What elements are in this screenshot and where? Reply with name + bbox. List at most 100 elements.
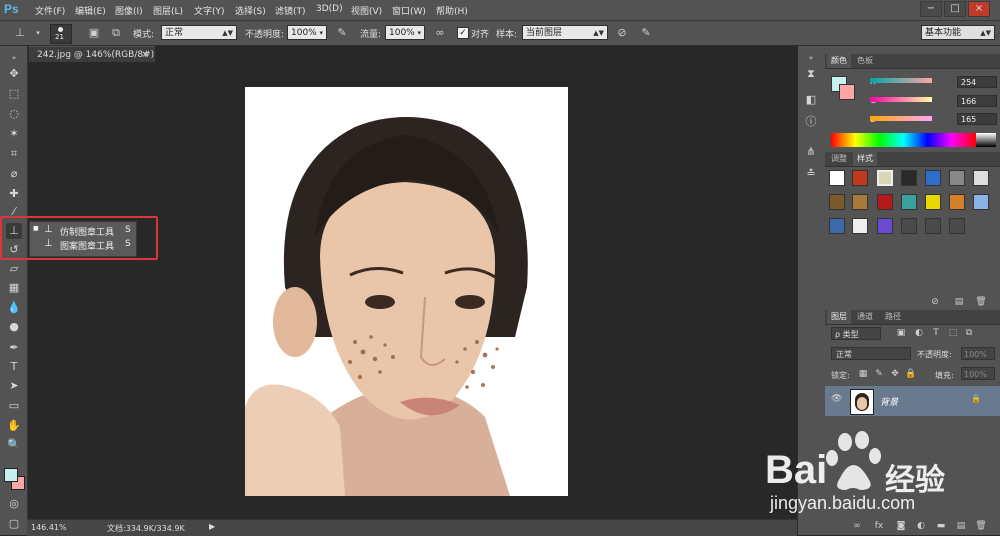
mode-select[interactable]: 正常 ▲▼ <box>161 25 237 40</box>
style-swatch[interactable] <box>925 218 941 234</box>
zoom-level[interactable]: 146.41% <box>31 523 67 532</box>
new-group-icon[interactable]: ▬ <box>935 520 947 532</box>
style-swatch[interactable] <box>829 218 845 234</box>
menu-3d[interactable]: 3D(D) <box>316 4 343 14</box>
eyedropper-tool-icon[interactable]: ⌀ <box>6 166 22 182</box>
eraser-tool-icon[interactable]: ▱ <box>6 261 22 277</box>
lasso-tool-icon[interactable]: ◌ <box>6 106 22 122</box>
collapse-icon[interactable]: » <box>6 50 22 66</box>
brush-panel-icon[interactable]: ▣ <box>86 25 102 41</box>
type-filter-icon[interactable]: T <box>930 327 942 339</box>
gradient-tool-icon[interactable]: ▦ <box>6 280 22 296</box>
brush-preview[interactable]: 21 <box>50 24 72 44</box>
stamp-icon[interactable]: ⊥ <box>12 25 28 41</box>
menu-edit[interactable]: 编辑(E) <box>75 4 106 17</box>
style-swatch[interactable] <box>877 194 893 210</box>
new-layer-icon[interactable]: ▤ <box>955 520 967 532</box>
menu-layer[interactable]: 图层(L) <box>153 4 183 17</box>
workspace-select[interactable]: 基本功能 ▲▼ <box>921 25 995 40</box>
menu-select[interactable]: 选择(S) <box>235 4 266 17</box>
clear-style-icon[interactable]: ⊘ <box>929 296 941 308</box>
screen-mode-icon[interactable]: ▢ <box>6 516 22 532</box>
r-value[interactable]: 254 <box>957 76 997 88</box>
style-swatch[interactable] <box>852 170 868 186</box>
style-swatch[interactable] <box>949 194 965 210</box>
style-swatch[interactable] <box>877 218 893 234</box>
adjustment-layer-icon[interactable]: ◐ <box>915 520 927 532</box>
lock-transparency-icon[interactable]: ▦ <box>857 368 869 380</box>
background-swatch[interactable] <box>839 84 855 100</box>
healing-brush-tool-icon[interactable]: ✚ <box>6 186 22 202</box>
grayscale-ramp[interactable] <box>976 133 996 147</box>
collapse-icon[interactable]: » <box>803 50 819 66</box>
new-style-icon[interactable]: ▤ <box>953 296 965 308</box>
trash-icon[interactable]: 🗑 <box>975 520 987 532</box>
quick-mask-icon[interactable]: ◎ <box>6 496 22 512</box>
trash-icon[interactable]: 🗑 <box>975 296 987 308</box>
zoom-tool-icon[interactable]: 🔍 <box>6 437 22 453</box>
image-filter-icon[interactable]: ▣ <box>895 327 907 339</box>
tool-preset-arrow-icon[interactable]: ▾ <box>30 25 46 41</box>
align-checkbox[interactable]: ✓ <box>457 27 469 39</box>
adjust-icon[interactable]: ◧ <box>803 92 819 108</box>
smart-filter-icon[interactable]: ⧉ <box>963 327 975 339</box>
style-swatch[interactable] <box>852 218 868 234</box>
tab-swatches[interactable]: 色板 <box>853 54 877 68</box>
tab-layers[interactable]: 图层 <box>827 310 851 324</box>
add-mask-icon[interactable]: ◙ <box>895 520 907 532</box>
document-canvas[interactable] <box>245 87 568 496</box>
menu-view[interactable]: 视图(V) <box>351 4 382 17</box>
tab-paths[interactable]: 路径 <box>881 310 905 324</box>
clone-source-icon[interactable]: ≛ <box>803 166 819 182</box>
path-selection-tool-icon[interactable]: ➤ <box>6 378 22 394</box>
tab-styles[interactable]: 样式 <box>853 152 877 166</box>
lock-pixels-icon[interactable]: ✎ <box>873 368 885 380</box>
lock-all-icon[interactable]: 🔒 <box>905 368 917 380</box>
brush-presets-icon[interactable]: ⋔ <box>803 144 819 160</box>
foreground-color-swatch[interactable] <box>4 468 18 482</box>
layer-opacity-field[interactable]: 100% <box>961 347 995 360</box>
pressure-size-icon[interactable]: ✎ <box>638 25 654 41</box>
tab-adjustments[interactable]: 调整 <box>827 152 851 166</box>
blur-tool-icon[interactable]: 💧 <box>6 300 22 316</box>
opacity-field[interactable]: 100% ▾ <box>287 25 327 40</box>
shape-filter-icon[interactable]: ⬚ <box>947 327 959 339</box>
tab-color[interactable]: 颜色 <box>827 54 851 68</box>
close-button[interactable]: × <box>968 1 990 17</box>
crop-tool-icon[interactable]: ⌗ <box>6 146 22 162</box>
history-icon[interactable]: ⧗ <box>803 66 819 82</box>
tab-channels[interactable]: 通道 <box>853 310 877 324</box>
b-value[interactable]: 165 <box>957 113 997 125</box>
shape-tool-icon[interactable]: ▭ <box>6 398 22 414</box>
style-swatch[interactable] <box>949 218 965 234</box>
menu-type[interactable]: 文字(Y) <box>194 4 225 17</box>
style-swatch[interactable] <box>925 170 941 186</box>
g-value[interactable]: 166 <box>957 95 997 107</box>
style-swatch[interactable] <box>949 170 965 186</box>
color-ramp[interactable] <box>831 133 976 147</box>
b-slider[interactable] <box>870 116 932 121</box>
type-tool-icon[interactable]: T <box>6 359 22 375</box>
layer-row[interactable]: 👁 背景 🔒 <box>825 386 1000 416</box>
flow-field[interactable]: 100% ▾ <box>385 25 425 40</box>
style-swatch[interactable] <box>901 194 917 210</box>
layer-name[interactable]: 背景 <box>880 395 898 408</box>
move-tool-icon[interactable]: ✥ <box>6 66 22 82</box>
style-swatch[interactable] <box>829 194 845 210</box>
maximize-button[interactable]: □ <box>944 1 966 17</box>
link-layers-icon[interactable]: ∞ <box>851 520 863 532</box>
layer-filter-select[interactable]: ρ 类型 <box>831 327 881 340</box>
style-swatch[interactable] <box>901 218 917 234</box>
airbrush-icon[interactable]: ∞ <box>432 25 448 41</box>
pen-tool-icon[interactable]: ✒ <box>6 340 22 356</box>
sample-select[interactable]: 当前图层 ▲▼ <box>522 25 608 40</box>
style-swatch[interactable] <box>973 170 989 186</box>
style-swatch[interactable] <box>852 194 868 210</box>
clone-source-icon[interactable]: ⧉ <box>108 25 124 41</box>
menu-window[interactable]: 窗口(W) <box>392 4 426 17</box>
close-icon[interactable]: × <box>141 47 149 63</box>
style-none-swatch[interactable] <box>829 170 845 186</box>
menu-help[interactable]: 帮助(H) <box>436 4 468 17</box>
blend-mode-select[interactable]: 正常 <box>831 347 911 360</box>
fill-field[interactable]: 100% <box>961 367 995 380</box>
